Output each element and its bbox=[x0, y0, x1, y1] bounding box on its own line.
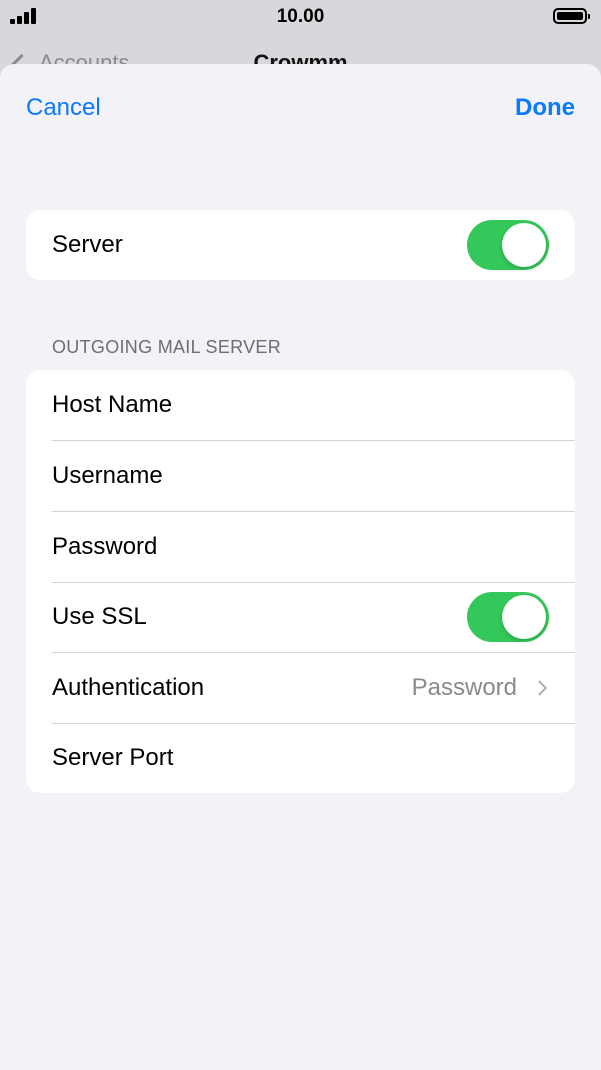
chevron-right-icon bbox=[531, 679, 548, 696]
use-ssl-row: Use SSL bbox=[26, 582, 575, 652]
authentication-row[interactable]: Authentication Password bbox=[26, 652, 575, 723]
status-time: 10.00 bbox=[276, 6, 325, 27]
password-label: Password bbox=[52, 532, 158, 560]
username-row[interactable]: Username bbox=[26, 440, 575, 511]
server-port-row[interactable]: Server Port bbox=[26, 723, 575, 793]
battery-icon bbox=[553, 8, 590, 24]
outgoing-mail-server-header: OUTGOING MAIL SERVER bbox=[52, 337, 282, 357]
server-port-label: Server Port bbox=[52, 744, 174, 771]
use-ssl-toggle[interactable] bbox=[467, 592, 549, 642]
status-bar: 10.00 bbox=[0, 0, 601, 34]
host-name-label: Host Name bbox=[52, 391, 173, 418]
server-row: Server bbox=[26, 210, 575, 280]
host-name-row[interactable]: Host Name bbox=[26, 370, 575, 440]
authentication-value: Password bbox=[411, 673, 517, 701]
server-label: Server bbox=[52, 231, 123, 258]
authentication-label: Authentication bbox=[52, 673, 205, 701]
toggle-knob bbox=[502, 595, 546, 639]
modal-sheet: Cancel Done Server OUTGOING MAIL SERVER … bbox=[0, 64, 601, 1070]
server-toggle[interactable] bbox=[467, 220, 549, 270]
server-group: Server bbox=[26, 210, 575, 280]
outgoing-server-group: Host Name Username Password Use SSL Auth… bbox=[26, 370, 575, 793]
password-row[interactable]: Password bbox=[26, 511, 575, 582]
username-label: Username bbox=[52, 461, 163, 489]
done-button[interactable]: Done bbox=[515, 94, 575, 122]
cancel-button[interactable]: Cancel bbox=[26, 94, 101, 122]
toggle-knob bbox=[502, 223, 546, 267]
use-ssl-label: Use SSL bbox=[52, 603, 147, 630]
